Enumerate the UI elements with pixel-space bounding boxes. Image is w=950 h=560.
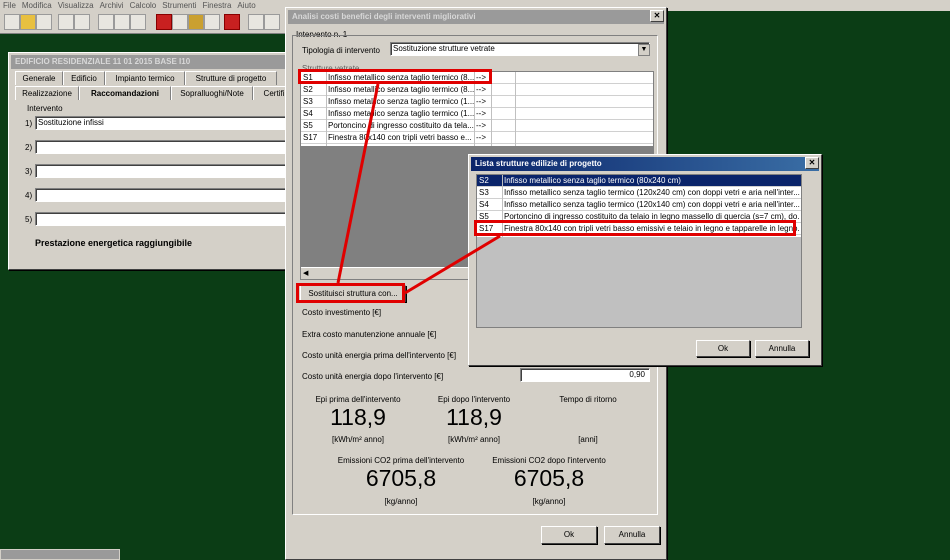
annotation-line: [336, 83, 380, 284]
annotation-line: [404, 234, 501, 295]
annotation-arrows: [336, 83, 501, 295]
